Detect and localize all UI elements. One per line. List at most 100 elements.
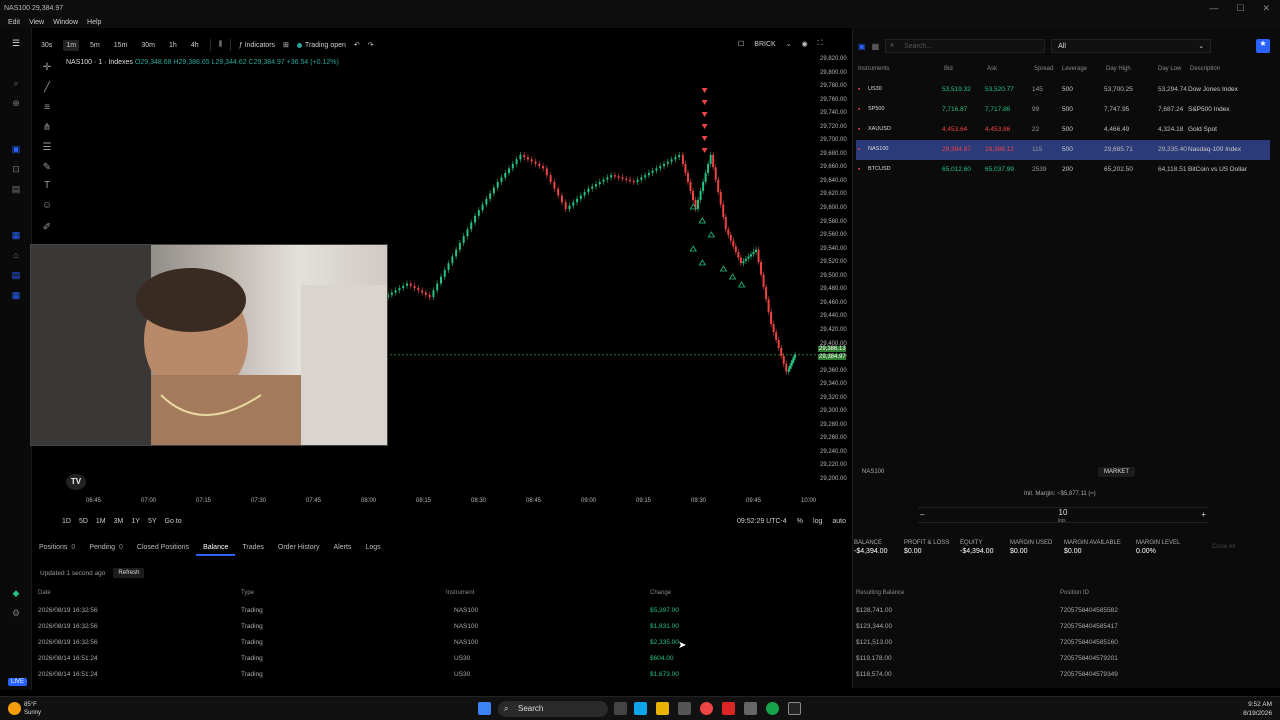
grid-view-icon[interactable]: ▦ xyxy=(872,42,880,51)
tab-pending[interactable]: Pending 0 xyxy=(82,540,130,556)
menu-edit[interactable]: Edit xyxy=(8,19,20,26)
qty-minus-button[interactable]: – xyxy=(920,510,924,519)
close-all-button[interactable]: Close All xyxy=(1212,544,1235,550)
tab-trades[interactable]: Trades xyxy=(235,540,271,556)
instrument-search-input[interactable]: ⌕ Search... xyxy=(885,39,1046,53)
menu-view[interactable]: View xyxy=(29,19,44,26)
taskview-icon[interactable] xyxy=(614,702,627,715)
indicators-button[interactable]: ƒ Indicators xyxy=(239,42,275,49)
instrument-filter-select[interactable]: All ⌄ xyxy=(1051,39,1212,53)
tf-30m[interactable]: 30m xyxy=(138,40,158,51)
tradingapp-icon[interactable] xyxy=(766,702,779,715)
watchlist-icon[interactable]: ▣ xyxy=(858,42,866,51)
smile-icon[interactable]: ☺ xyxy=(40,200,54,214)
taskbar-search[interactable]: ⌕ Search xyxy=(498,701,608,717)
chart-style-select[interactable]: BRICK xyxy=(754,41,775,48)
weather-icon[interactable] xyxy=(8,702,21,715)
log-toggle[interactable]: log xyxy=(813,518,822,525)
minimize-icon[interactable]: — xyxy=(1209,3,1218,14)
brush-icon[interactable]: ✎ xyxy=(40,162,54,176)
tab-balance[interactable]: Balance xyxy=(196,540,236,556)
table-row[interactable]: 2026/08/19 16:32:56 Trading NAS100 $5,397.0… xyxy=(38,604,1270,620)
range-5y[interactable]: 5Y xyxy=(148,518,157,525)
hlines-icon[interactable]: ≡ xyxy=(40,102,54,116)
grid-icon[interactable]: ▦ xyxy=(10,290,22,302)
menu-help[interactable]: Help xyxy=(87,19,101,26)
tf-30s[interactable]: 30s xyxy=(38,40,55,51)
favorite-star-icon[interactable]: ★ xyxy=(1256,39,1270,53)
range-5d[interactable]: 5D xyxy=(79,518,88,525)
table-row[interactable]: 2026/08/14 16:51:24 Trading US30 $604.00 $11… xyxy=(38,652,1270,668)
pitchfork-icon[interactable]: ⋔ xyxy=(40,122,54,136)
tab-positions[interactable]: Positions 0 xyxy=(32,540,82,556)
time-axis[interactable]: 06:45 07:00 07:15 07:30 07:45 08:00 08:15 08:30… xyxy=(62,498,818,508)
tab-alerts[interactable]: Alerts xyxy=(327,540,359,556)
tab-order-history[interactable]: Order History xyxy=(271,540,327,556)
templates-icon[interactable]: ⊞ xyxy=(283,41,289,49)
table-row[interactable]: 2026/08/19 16:32:56 Trading NAS100 $1,831.0… xyxy=(38,620,1270,636)
text-icon[interactable]: T xyxy=(40,180,54,194)
ruler-icon[interactable]: ✐ xyxy=(40,222,54,236)
qty-plus-button[interactable]: + xyxy=(1201,510,1206,519)
layout-icon[interactable]: ▣ xyxy=(10,144,22,156)
chevron-down-icon[interactable]: ⌄ xyxy=(786,40,792,48)
instrument-row[interactable]: ▪ US30 53,519.32 53,520.77 145 500 53,700.25 53… xyxy=(856,80,1270,100)
fullscreen-icon[interactable]: ⛶ xyxy=(818,40,823,48)
undo-icon[interactable]: ↶ xyxy=(354,41,360,49)
shield-icon[interactable]: ◆ xyxy=(10,588,22,600)
terminal-icon[interactable] xyxy=(788,702,801,715)
refresh-button[interactable]: Refresh xyxy=(113,568,145,578)
maximize-icon[interactable]: ☐ xyxy=(1236,3,1244,14)
layout-select-icon[interactable]: ☐ xyxy=(738,40,744,48)
tf-15m[interactable]: 15m xyxy=(111,40,131,51)
quantity-stepper[interactable]: – 10 lots + xyxy=(918,507,1208,524)
range-3m[interactable]: 3M xyxy=(114,518,124,525)
acrobat-icon[interactable] xyxy=(722,702,735,715)
store-icon[interactable] xyxy=(678,702,691,715)
goto-button[interactable]: Go to xyxy=(165,518,182,525)
candle-type-icon[interactable]: ⫼ xyxy=(219,41,222,49)
tab-closed-positions[interactable]: Closed Positions xyxy=(130,540,196,556)
crosshair-icon[interactable]: ✛ xyxy=(40,62,54,76)
edge-icon[interactable] xyxy=(634,702,647,715)
system-clock[interactable]: 9:52 AM 8/19/2026 xyxy=(1243,700,1272,718)
search-icon[interactable]: ⌕ xyxy=(10,78,22,90)
order-type-select[interactable]: MARKET xyxy=(1098,467,1136,477)
trading-status[interactable]: Trading open xyxy=(296,42,346,49)
close-icon[interactable]: ✕ xyxy=(1262,3,1270,14)
table-row[interactable]: 2026/08/14 16:51:24 Trading US30 $1,673.00 $… xyxy=(38,668,1270,684)
percent-toggle[interactable]: % xyxy=(797,518,803,525)
menu-window[interactable]: Window xyxy=(53,19,78,26)
tab-logs[interactable]: Logs xyxy=(358,540,387,556)
weather-widget[interactable]: 85°F Sunny xyxy=(24,701,41,717)
panel-icon[interactable]: ▦ xyxy=(10,230,22,242)
range-1d[interactable]: 1D xyxy=(62,518,71,525)
instrument-row[interactable]: ▪ XAUUSD 4,453.64 4,453.86 22 500 4,466.49 4,32… xyxy=(856,120,1270,140)
range-1m[interactable]: 1M xyxy=(96,518,106,525)
range-1y[interactable]: 1Y xyxy=(131,518,140,525)
chart-icon[interactable]: ▤ xyxy=(10,184,22,196)
home-icon[interactable]: ⌂ xyxy=(10,250,22,262)
list-icon[interactable]: ▤ xyxy=(10,270,22,282)
menu-icon[interactable]: ☰ xyxy=(10,38,22,50)
trendline-icon[interactable]: ╱ xyxy=(40,82,54,96)
tf-1h[interactable]: 1h xyxy=(166,40,180,51)
instrument-row[interactable]: ▪ NAS100 29,384.97 29,386.12 115 500 29,685.71… xyxy=(856,140,1270,160)
cart-icon[interactable]: ⊡ xyxy=(10,164,22,176)
table-row[interactable]: 2026/08/19 16:32:56 Trading NAS100 $2,335.0… xyxy=(38,636,1270,652)
zoom-icon[interactable]: ⊕ xyxy=(10,98,22,110)
camera-icon[interactable]: ◉ xyxy=(802,40,808,48)
price-axis[interactable]: 29,820.00 29,800.00 29,780.00 29,760.00 29,7… xyxy=(818,56,852,516)
instrument-row[interactable]: ▪ SP500 7,716.87 7,717.86 99 500 7,747.95 7,687… xyxy=(856,100,1270,120)
tf-1m[interactable]: 1m xyxy=(63,39,80,51)
redo-icon[interactable]: ↷ xyxy=(368,41,374,49)
instrument-row[interactable]: ▪ BTCUSD 65,012.60 65,037.99 2539 200 65,202.5… xyxy=(856,160,1270,180)
chrome-icon[interactable] xyxy=(700,702,713,715)
explorer-icon[interactable] xyxy=(656,702,669,715)
settings-icon[interactable]: ⚙ xyxy=(10,608,22,620)
fib-icon[interactable]: ☰ xyxy=(40,142,54,156)
tf-5m[interactable]: 5m xyxy=(87,40,103,51)
tf-4h[interactable]: 4h xyxy=(188,40,202,51)
auto-toggle[interactable]: auto xyxy=(832,518,846,525)
app-icon[interactable] xyxy=(744,702,757,715)
